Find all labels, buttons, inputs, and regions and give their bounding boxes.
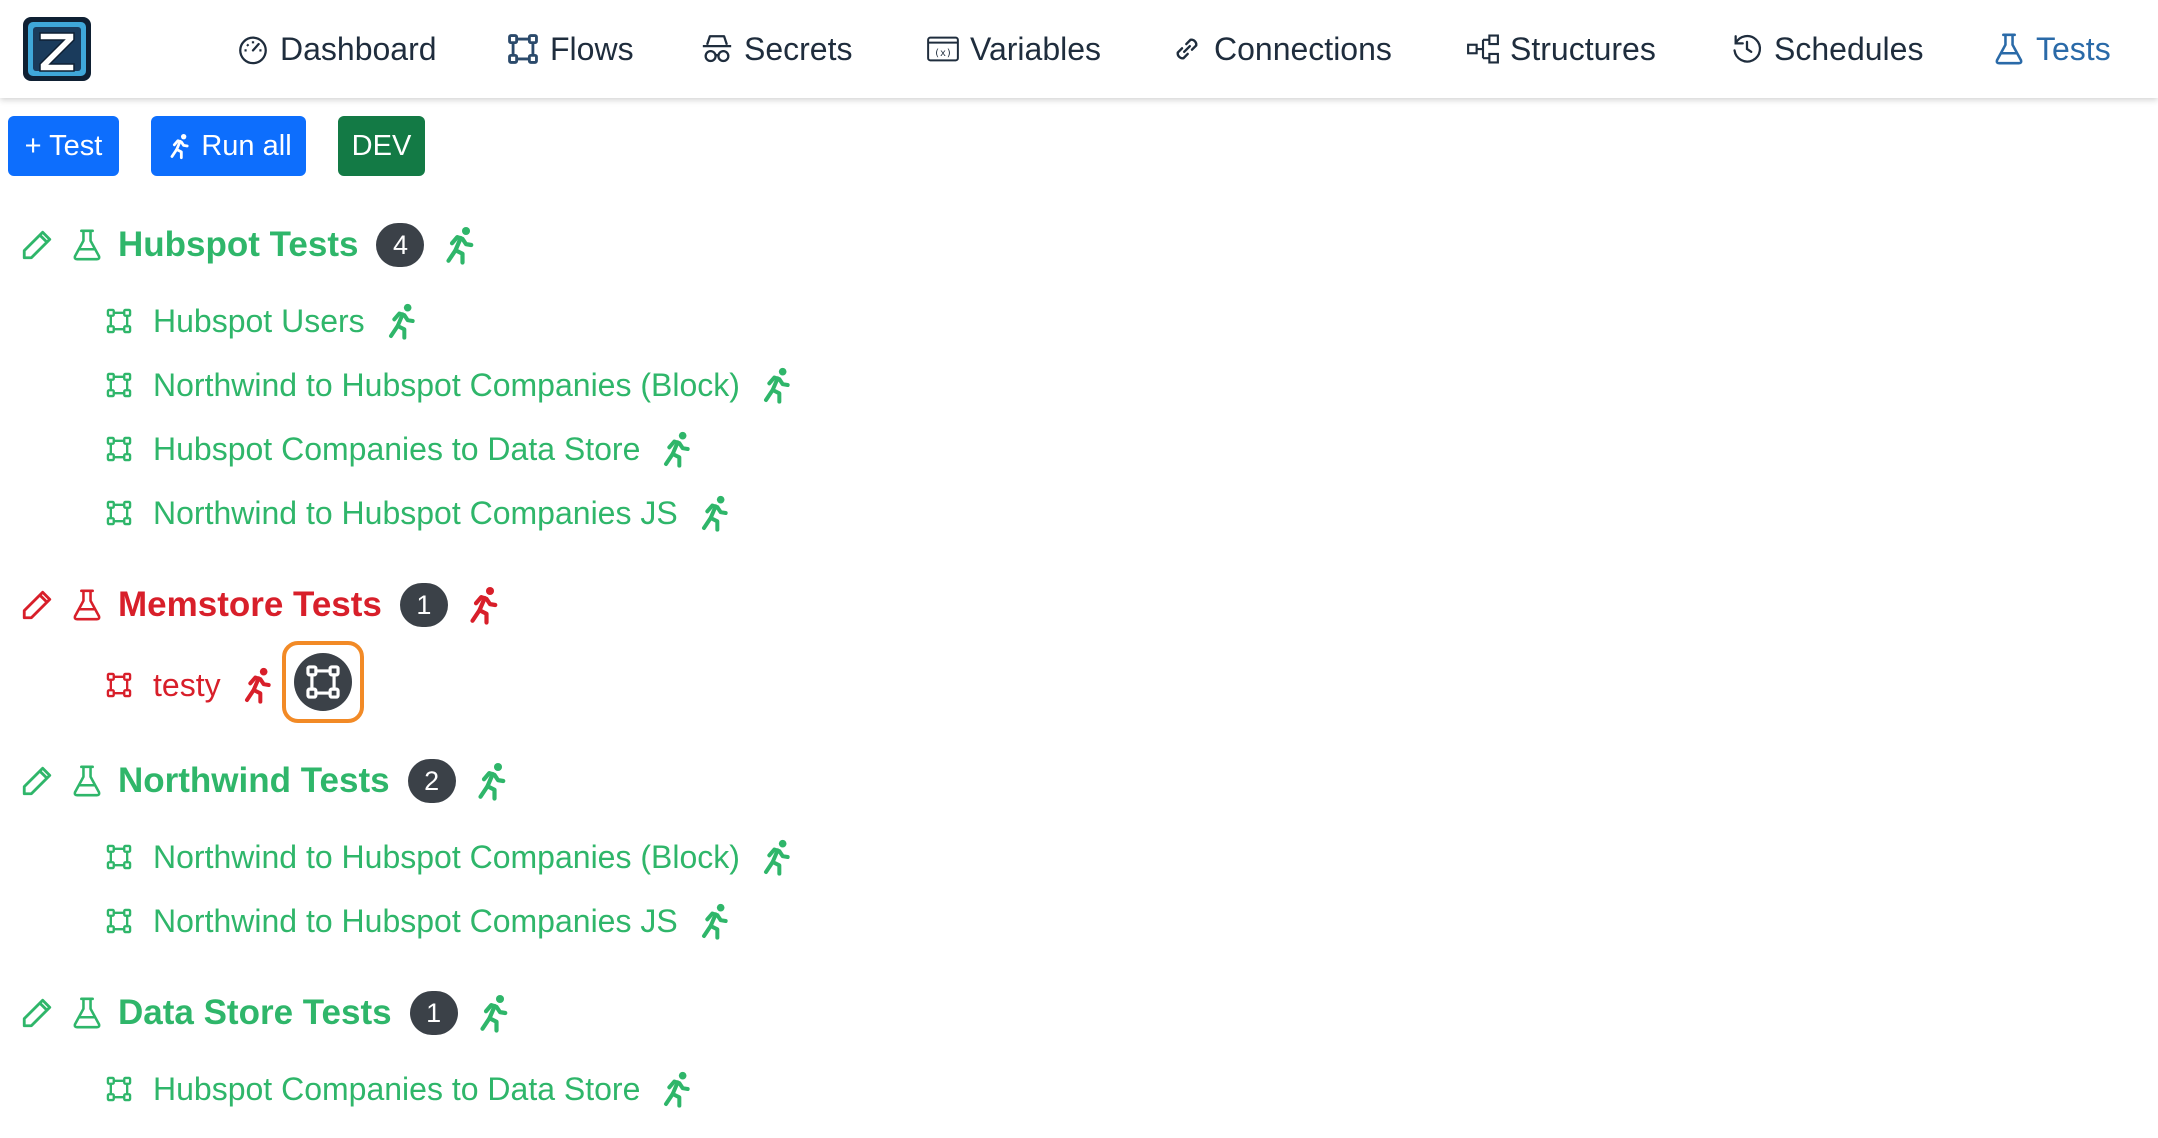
pencil-icon[interactable] — [20, 588, 54, 622]
nav-dashboard[interactable]: Dashboard — [236, 0, 437, 98]
test-item-name[interactable]: Hubspot Companies to Data Store — [153, 431, 640, 468]
group-title[interactable]: Data Store Tests — [118, 993, 392, 1033]
open-flow-circle — [294, 653, 352, 711]
test-item-name[interactable]: Northwind to Hubspot Companies (Block) — [153, 839, 740, 876]
nav-variables-label: Variables — [970, 30, 1102, 67]
test-item-name[interactable]: Northwind to Hubspot Companies JS — [153, 495, 678, 532]
run-icon[interactable] — [472, 992, 514, 1034]
test-item-name[interactable]: Hubspot Companies to Data Store — [153, 1071, 640, 1108]
count-badge: 4 — [376, 223, 425, 267]
nav-connections[interactable]: Connections — [1170, 0, 1392, 98]
test-item-name[interactable]: Northwind to Hubspot Companies JS — [153, 903, 678, 940]
beaker-icon — [70, 228, 104, 262]
nav-connections-label: Connections — [1214, 30, 1392, 67]
nav-structures-label: Structures — [1510, 30, 1656, 67]
incognito-icon — [702, 35, 732, 63]
test-item: Northwind to Hubspot Companies JS — [105, 896, 734, 946]
run-icon[interactable] — [656, 429, 696, 469]
nav-schedules-label: Schedules — [1774, 30, 1924, 67]
flow-icon — [105, 435, 133, 463]
flow-icon — [506, 32, 540, 66]
nav-flows[interactable]: Flows — [506, 0, 634, 98]
env-dev-label: DEV — [351, 129, 412, 162]
group-title[interactable]: Northwind Tests — [118, 761, 390, 801]
count-badge: 1 — [409, 991, 458, 1035]
pencil-icon[interactable] — [20, 764, 54, 798]
test-group-hubspot: Hubspot Tests 4 — [0, 215, 480, 275]
test-item: Northwind to Hubspot Companies (Block) — [105, 360, 796, 410]
run-icon[interactable] — [694, 901, 734, 941]
add-test-button[interactable]: + Test — [8, 116, 119, 176]
count-badge: 1 — [399, 583, 448, 627]
test-item: Northwind to Hubspot Companies JS — [105, 488, 734, 538]
pencil-icon[interactable] — [20, 996, 54, 1030]
run-icon[interactable] — [462, 584, 504, 626]
top-navbar: Dashboard Flows Secrets (x) Variables Co… — [0, 0, 2158, 98]
nav-variables[interactable]: (x) Variables — [926, 0, 1101, 98]
run-icon[interactable] — [381, 301, 421, 341]
run-icon[interactable] — [656, 1069, 696, 1109]
run-all-label: Run all — [201, 129, 292, 162]
run-icon[interactable] — [756, 837, 796, 877]
flow-icon — [105, 671, 133, 699]
nav-secrets-label: Secrets — [744, 30, 853, 67]
group-title[interactable]: Memstore Tests — [118, 585, 382, 625]
open-flow-button[interactable] — [282, 641, 364, 723]
variable-icon: (x) — [927, 36, 959, 62]
env-dev-button[interactable]: DEV — [338, 116, 425, 176]
test-item: Hubspot Users — [105, 296, 421, 346]
app-logo[interactable] — [22, 16, 92, 82]
pencil-icon[interactable] — [20, 228, 54, 262]
nav-tests-label: Tests — [2036, 30, 2111, 67]
beaker-icon — [70, 588, 104, 622]
nav-tests[interactable]: Tests — [1992, 0, 2111, 98]
run-all-button[interactable]: Run all — [151, 116, 306, 176]
svg-text:(x): (x) — [934, 48, 952, 59]
nav-schedules[interactable]: Schedules — [1730, 0, 1923, 98]
speedometer-icon — [239, 36, 267, 65]
flow-icon — [105, 371, 133, 399]
diagram-icon — [1467, 34, 1499, 64]
test-item-name[interactable]: Hubspot Users — [153, 303, 365, 340]
run-icon — [165, 132, 193, 160]
test-group-northwind: Northwind Tests 2 — [0, 751, 512, 811]
nav-flows-label: Flows — [550, 30, 634, 67]
beaker-icon — [1992, 32, 2026, 66]
test-item-name[interactable]: Northwind to Hubspot Companies (Block) — [153, 367, 740, 404]
nav-secrets[interactable]: Secrets — [700, 0, 852, 98]
test-group-data-store: Data Store Tests 1 — [0, 983, 514, 1043]
beaker-icon — [70, 764, 104, 798]
group-title[interactable]: Hubspot Tests — [118, 225, 358, 265]
add-test-label: + Test — [24, 129, 103, 162]
test-item: Hubspot Companies to Data Store — [105, 1064, 696, 1114]
beaker-icon — [70, 996, 104, 1030]
nav-dashboard-label: Dashboard — [280, 30, 437, 67]
clock-history-icon — [1733, 34, 1762, 63]
run-icon[interactable] — [756, 365, 796, 405]
flow-icon — [105, 843, 133, 871]
flow-icon — [105, 907, 133, 935]
test-item: Hubspot Companies to Data Store — [105, 424, 696, 474]
flow-icon — [105, 1075, 133, 1103]
run-icon[interactable] — [694, 493, 734, 533]
test-item: Northwind to Hubspot Companies (Block) — [105, 832, 796, 882]
count-badge: 2 — [407, 759, 456, 803]
link-icon — [1176, 38, 1198, 60]
run-icon[interactable] — [470, 760, 512, 802]
flow-icon — [105, 499, 133, 527]
test-item-name[interactable]: testy — [153, 667, 221, 704]
flow-icon — [304, 663, 342, 701]
run-icon[interactable] — [438, 224, 480, 266]
test-item: testy — [105, 660, 277, 710]
flow-icon — [105, 307, 133, 335]
test-group-memstore: Memstore Tests 1 — [0, 575, 504, 635]
nav-structures[interactable]: Structures — [1466, 0, 1656, 98]
run-icon[interactable] — [237, 665, 277, 705]
